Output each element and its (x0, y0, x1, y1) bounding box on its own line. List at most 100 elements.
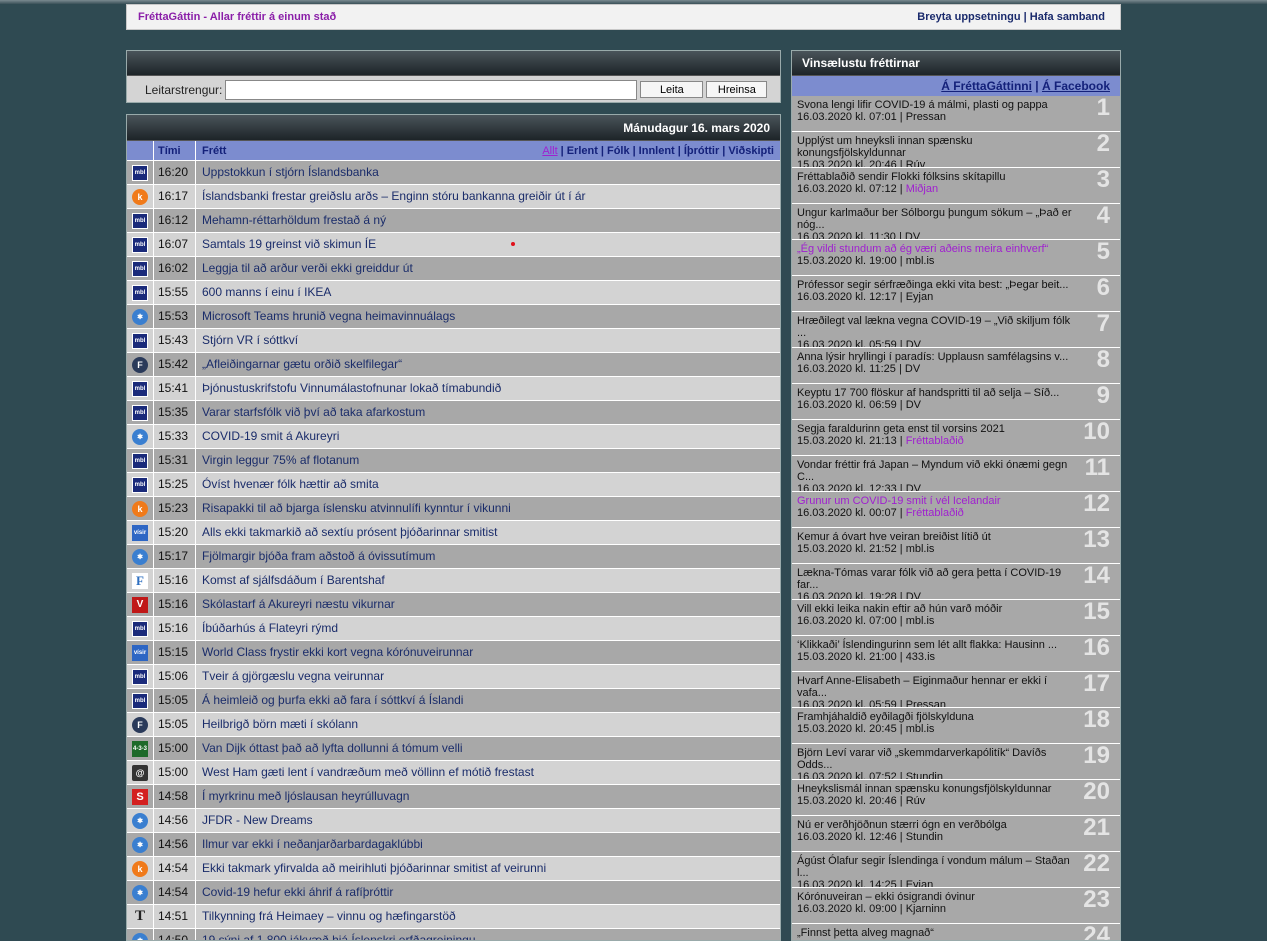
globe-logo-icon[interactable]: ✱ (132, 428, 148, 445)
mbl-logo-icon[interactable]: mbl (132, 284, 148, 301)
f-logo-icon[interactable]: F (132, 356, 148, 373)
popular-item-title[interactable]: Vondar fréttir frá Japan – Myndum við ek… (797, 459, 1120, 483)
news-row[interactable]: mbl 16:02 Leggja til að arður verði ekki g… (127, 257, 780, 281)
news-row[interactable]: mbl 15:25 Óvíst hvenær fólk hættir að smit… (127, 473, 780, 497)
visir-logo-icon[interactable]: vísir (132, 644, 148, 661)
kjarninn-logo-icon[interactable]: k (132, 500, 148, 517)
popular-item[interactable]: Hræðilegt val lækna vegna COVID-19 – „Vi… (792, 312, 1120, 348)
news-title-link[interactable]: Varar starfsfólk við því að taka afarkos… (196, 401, 780, 424)
category-link[interactable]: Fólk (607, 145, 630, 157)
news-row[interactable]: mbl 15:06 Tveir á gjörgæslu vegna veirunna… (127, 665, 780, 689)
popular-item[interactable]: Nú er verðhjöðnun stærri ógn en verðbólg… (792, 816, 1120, 852)
visir-logo-icon[interactable]: vísir (132, 524, 148, 541)
globe-logo-icon[interactable]: ✱ (132, 932, 148, 940)
news-title-link[interactable]: Samtals 19 greinst við skimun ÍE (196, 233, 780, 256)
popular-item-title[interactable]: Fréttablaðið sendir Flokki fólksins skít… (797, 171, 1120, 183)
news-title-link[interactable]: Tveir á gjörgæslu vegna veirunnar (196, 665, 780, 688)
news-row[interactable]: vísir 15:15 World Class frystir ekki kort … (127, 641, 780, 665)
popular-item[interactable]: Keyptu 17 700 flöskur af handspritti til… (792, 384, 1120, 420)
news-row[interactable]: mbl 15:55 600 manns í einu í IKEA (127, 281, 780, 305)
news-title-link[interactable]: West Ham gæti lent í vandræðum með völli… (196, 761, 780, 784)
popular-item[interactable]: Anna lýsir hryllingi í paradís: Upplausn… (792, 348, 1120, 384)
frettabladid-logo-icon[interactable]: F (132, 572, 148, 589)
contact-link[interactable]: Hafa samband (1030, 11, 1105, 23)
news-row[interactable]: mbl 16:20 Uppstokkun í stjórn Íslandsbanka (127, 161, 780, 185)
mbl-logo-icon[interactable]: mbl (132, 476, 148, 493)
news-row[interactable]: ✱ 15:17 Fjölmargir bjóða fram aðstoð á óvi… (127, 545, 780, 569)
news-row[interactable]: mbl 15:35 Varar starfsfólk við því að taka… (127, 401, 780, 425)
popular-item[interactable]: Svona lengi lifir COVID-19 á málmi, plas… (792, 96, 1120, 132)
popular-item[interactable]: Ungur karlmaður ber Sólborgu þungum söku… (792, 204, 1120, 240)
popular-item-title[interactable]: Segja faraldurinn geta enst til vorsins … (797, 423, 1120, 435)
popular-item[interactable]: Kemur á óvart hve veiran breiðist lítið … (792, 528, 1120, 564)
news-title-link[interactable]: Á heimleið og þurfa ekki að fara í sóttk… (196, 689, 780, 712)
news-title-link[interactable]: Mehamn-réttarhöldum frestað á ný (196, 209, 780, 232)
popular-item[interactable]: Prófessor segir sérfræðinga ekki vita be… (792, 276, 1120, 312)
news-title-link[interactable]: Uppstokkun í stjórn Íslandsbanka (196, 161, 780, 184)
popular-item[interactable]: Grunur um COVID-19 smit í vél Icelandair… (792, 492, 1120, 528)
news-title-link[interactable]: 19 sýni af 1.800 jákvæð hjá Íslenskri er… (196, 929, 780, 940)
popular-item[interactable]: „Ég vildi stundum að ég væri aðeins meir… (792, 240, 1120, 276)
v-logo-icon[interactable]: V (132, 596, 148, 613)
globe-logo-icon[interactable]: ✱ (132, 836, 148, 853)
news-row[interactable]: ✱ 14:56 Ilmur var ekki í neðanjarðarbardag… (127, 833, 780, 857)
tab-facebook[interactable]: Á Facebook (1042, 79, 1110, 93)
news-title-link[interactable]: Virgin leggur 75% af flotanum (196, 449, 780, 472)
mbl-logo-icon[interactable]: mbl (132, 380, 148, 397)
news-title-link[interactable]: Komst af sjálfsdáðum í Barentshaf (196, 569, 780, 592)
q-logo-icon[interactable]: @ (132, 764, 148, 781)
mbl-logo-icon[interactable]: mbl (132, 668, 148, 685)
mbl-logo-icon[interactable]: mbl (132, 332, 148, 349)
popular-item[interactable]: Ágúst Ólafur segir Íslendinga í vondum m… (792, 852, 1120, 888)
popular-item[interactable]: Vondar fréttir frá Japan – Myndum við ek… (792, 456, 1120, 492)
globe-logo-icon[interactable]: ✱ (132, 308, 148, 325)
news-title-link[interactable]: World Class frystir ekki kort vegna kóró… (196, 641, 780, 664)
popular-item-title[interactable]: Ágúst Ólafur segir Íslendinga í vondum m… (797, 855, 1120, 879)
popular-item-title[interactable]: Nú er verðhjöðnun stærri ógn en verðbólg… (797, 819, 1120, 831)
popular-item-title[interactable]: „Ég vildi stundum að ég væri aðeins meir… (797, 243, 1120, 255)
kjarninn-logo-icon[interactable]: k (132, 860, 148, 877)
news-row[interactable]: V 15:16 Skólastarf á Akureyri næstu vikurn… (127, 593, 780, 617)
popular-item[interactable]: Hneykslismál innan spænsku konungsfjölsk… (792, 780, 1120, 816)
popular-item-title[interactable]: Hvarf Anne-Elisabeth – Eiginmaður hennar… (797, 675, 1120, 699)
popular-item-title[interactable]: Grunur um COVID-19 smit í vél Icelandair (797, 495, 1120, 507)
mbl-logo-icon[interactable]: mbl (132, 452, 148, 469)
popular-item-title[interactable]: „Finnst þetta alveg magnað“ (797, 927, 1120, 939)
t-logo-icon[interactable]: T (132, 908, 148, 925)
news-title-link[interactable]: Tilkynning frá Heimaey – vinnu og hæfing… (196, 905, 780, 928)
category-link[interactable]: Innlent (639, 145, 675, 157)
popular-item-title[interactable]: Keyptu 17 700 flöskur af handspritti til… (797, 387, 1120, 399)
news-title-link[interactable]: Covid-19 hefur ekki áhrif á rafíþróttir (196, 881, 780, 904)
popular-item-title[interactable]: Anna lýsir hryllingi í paradís: Upplausn… (797, 351, 1120, 363)
search-input[interactable] (225, 79, 638, 100)
news-row[interactable]: mbl 15:05 Á heimleið og þurfa ekki að fara… (127, 689, 780, 713)
popular-item[interactable]: Kórónuveiran – ekki ósigrandi óvinur 16.0… (792, 888, 1120, 924)
change-layout-link[interactable]: Breyta uppsetningu (917, 11, 1020, 23)
news-row[interactable]: mbl 15:43 Stjórn VR í sóttkví (127, 329, 780, 353)
clear-button[interactable]: Hreinsa (706, 81, 768, 98)
category-link[interactable]: Allt (542, 145, 557, 157)
news-row[interactable]: F 15:16 Komst af sjálfsdáðum í Barentshaf (127, 569, 780, 593)
popular-item-title[interactable]: Björn Leví varar við „skemmdarverkapólit… (797, 747, 1120, 771)
news-row[interactable]: k 14:54 Ekki takmark yfirvalda að meirihlu… (127, 857, 780, 881)
popular-item[interactable]: Segja faraldurinn geta enst til vorsins … (792, 420, 1120, 456)
popular-item-title[interactable]: Ungur karlmaður ber Sólborgu þungum söku… (797, 207, 1120, 231)
popular-item-title[interactable]: Svona lengi lifir COVID-19 á málmi, plas… (797, 99, 1120, 111)
news-row[interactable]: mbl 16:12 Mehamn-réttarhöldum frestað á ný (127, 209, 780, 233)
popular-item[interactable]: Björn Leví varar við „skemmdarverkapólit… (792, 744, 1120, 780)
news-title-link[interactable]: 600 manns í einu í IKEA (196, 281, 780, 304)
news-row[interactable]: mbl 15:41 Þjónustuskrifstofu Vinnumálastof… (127, 377, 780, 401)
news-row[interactable]: ✱ 15:33 COVID-19 smit á Akureyri (127, 425, 780, 449)
mbl-logo-icon[interactable]: mbl (132, 620, 148, 637)
popular-item[interactable]: Lækna-Tómas varar fólk við að gera þetta… (792, 564, 1120, 600)
category-link[interactable]: Íþróttir (684, 145, 719, 157)
news-row[interactable]: k 16:17 Íslandsbanki frestar greiðslu arðs… (127, 185, 780, 209)
popular-item[interactable]: Vill ekki leika nakin eftir að hún varð … (792, 600, 1120, 636)
popular-item[interactable]: „Finnst þetta alveg magnað“ 24 (792, 924, 1120, 940)
popular-item-title[interactable]: Upplýst um hneyksli innan spænsku konung… (797, 135, 1120, 159)
news-title-link[interactable]: Ekki takmark yfirvalda að meirihluti þjó… (196, 857, 780, 880)
popular-item-title[interactable]: Kórónuveiran – ekki ósigrandi óvinur (797, 891, 1120, 903)
mbl-logo-icon[interactable]: mbl (132, 692, 148, 709)
news-title-link[interactable]: Van Dijk óttast það að lyfta dollunni á … (196, 737, 780, 760)
category-link[interactable]: Viðskipti (728, 145, 774, 157)
